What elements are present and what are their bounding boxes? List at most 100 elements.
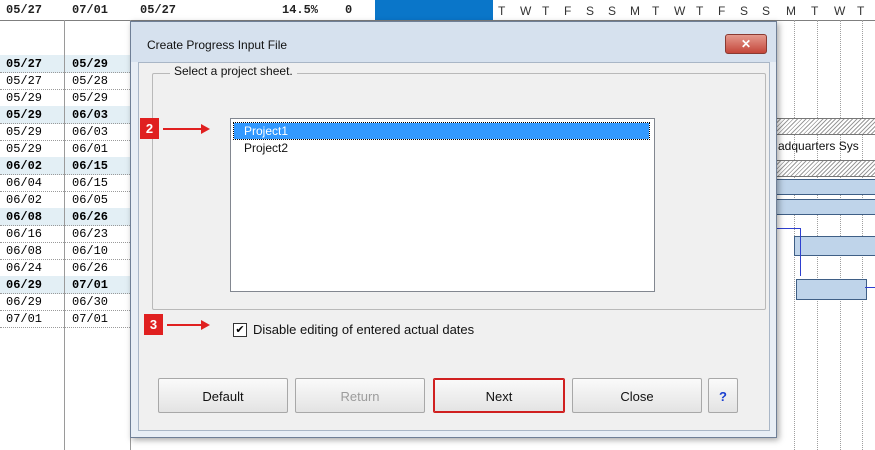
dependency-line	[865, 287, 875, 288]
disable-editing-checkbox[interactable]: ✔	[233, 323, 247, 337]
list-item-label: Project1	[244, 124, 289, 138]
top-cell: 05/27	[6, 3, 43, 17]
end-date: 07/01	[72, 312, 109, 326]
window-close-button[interactable]: ✕	[725, 34, 767, 54]
end-date: 06/15	[72, 176, 109, 190]
top-cell: 0	[345, 3, 353, 17]
end-date: 05/29	[72, 57, 109, 71]
group-label: Select a project sheet.	[170, 64, 297, 78]
step-marker-2: 2	[140, 118, 159, 139]
gantt-summary-bar	[776, 118, 875, 135]
next-button[interactable]: Next	[433, 378, 565, 413]
table-row[interactable]: 06/29 06/30	[0, 293, 130, 311]
gantt-day: S	[586, 4, 595, 18]
gantt-task-bar[interactable]	[794, 236, 875, 256]
end-date: 07/01	[72, 278, 109, 292]
end-date: 05/29	[72, 91, 109, 105]
gantt-gridline	[817, 20, 819, 450]
gantt-day: M	[630, 4, 640, 18]
end-date: 06/26	[72, 210, 109, 224]
table-row[interactable]: 06/08 06/26	[0, 208, 130, 226]
gantt-day: W	[520, 4, 532, 18]
gantt-day: F	[564, 4, 572, 18]
table-row[interactable]: 06/02 06/15	[0, 157, 130, 175]
start-date: 06/02	[6, 193, 43, 207]
end-date: 06/15	[72, 159, 109, 173]
default-button[interactable]: Default	[158, 378, 288, 413]
end-date: 06/01	[72, 142, 109, 156]
start-date: 06/08	[6, 244, 43, 258]
gantt-gridline	[794, 20, 796, 450]
list-item-project2[interactable]: Project2	[234, 140, 649, 156]
gantt-task-bar[interactable]	[776, 199, 875, 215]
dependency-line	[776, 228, 800, 229]
end-date: 06/23	[72, 227, 109, 241]
table-row[interactable]: 06/02 06/05	[0, 191, 130, 209]
end-date: 06/03	[72, 108, 109, 122]
start-date: 05/27	[6, 57, 43, 71]
top-cell: 14.5%	[282, 3, 319, 17]
start-date: 06/04	[6, 176, 43, 190]
dependency-line	[800, 228, 801, 276]
start-date: 05/29	[6, 142, 43, 156]
gantt-day-header: T W T F S S M T W T F S S M T W T	[493, 0, 875, 20]
gantt-day: T	[696, 4, 704, 18]
list-item-project1[interactable]: Project1	[233, 122, 650, 140]
top-cell: 05/27	[140, 3, 177, 17]
table-row[interactable]: 05/27 05/29	[0, 55, 130, 73]
start-date: 06/29	[6, 278, 43, 292]
date-column: 05/27 05/29 05/27 05/28 05/29 05/29 05/29 06…	[0, 20, 130, 450]
header-highlight-block	[375, 0, 493, 20]
table-row[interactable]: 06/04 06/15	[0, 174, 130, 192]
gantt-day: S	[608, 4, 617, 18]
start-date: 06/29	[6, 295, 43, 309]
start-date: 07/01	[6, 312, 43, 326]
gantt-task-bar[interactable]	[776, 179, 875, 195]
start-date: 06/16	[6, 227, 43, 241]
table-row[interactable]: 06/08 06/10	[0, 242, 130, 260]
start-date: 05/27	[6, 74, 43, 88]
table-row[interactable]: 05/29 06/01	[0, 140, 130, 158]
gantt-task-bar[interactable]	[796, 279, 867, 300]
dialog-title: Create Progress Input File	[147, 38, 288, 52]
start-date: 05/29	[6, 125, 43, 139]
gantt-day: M	[786, 4, 796, 18]
end-date: 06/30	[72, 295, 109, 309]
table-row[interactable]: 05/29 06/03	[0, 106, 130, 124]
start-date: 06/08	[6, 210, 43, 224]
start-date: 06/02	[6, 159, 43, 173]
table-row[interactable]: 06/24 06/26	[0, 259, 130, 277]
close-button[interactable]: Close	[572, 378, 702, 413]
table-row[interactable]: 06/29 07/01	[0, 276, 130, 294]
step-marker-3: 3	[144, 314, 163, 335]
dialog-title-bar[interactable]: Create Progress Input File ✕	[131, 22, 776, 62]
gantt-day: T	[811, 4, 819, 18]
project-sheet-list[interactable]: Project1 Project2	[230, 118, 655, 292]
help-icon: ?	[719, 389, 727, 404]
create-progress-input-dialog: Create Progress Input File ✕ Select a pr…	[130, 21, 777, 438]
gantt-day: T	[652, 4, 660, 18]
gantt-day: S	[762, 4, 771, 18]
arrow-head-icon	[201, 320, 210, 330]
table-row[interactable]: 07/01 07/01	[0, 310, 130, 328]
return-button[interactable]: Return	[295, 378, 425, 413]
help-button[interactable]: ?	[708, 378, 738, 413]
end-date: 06/10	[72, 244, 109, 258]
start-date: 06/24	[6, 261, 43, 275]
table-row[interactable]: 05/27 05/28	[0, 72, 130, 90]
checkbox-label: Disable editing of entered actual dates	[253, 322, 475, 337]
top-cell: 07/01	[72, 3, 109, 17]
gantt-day: T	[542, 4, 550, 18]
annotation-arrow	[163, 128, 203, 130]
end-date: 05/28	[72, 74, 109, 88]
gantt-gridline	[840, 20, 842, 450]
gantt-day: F	[718, 4, 726, 18]
gantt-day: W	[834, 4, 846, 18]
table-row[interactable]: 05/29 06/03	[0, 123, 130, 141]
end-date: 06/03	[72, 125, 109, 139]
annotation-arrow	[167, 324, 203, 326]
gantt-day: T	[857, 4, 865, 18]
table-row[interactable]: 06/16 06/23	[0, 225, 130, 243]
arrow-head-icon	[201, 124, 210, 134]
table-row[interactable]: 05/29 05/29	[0, 89, 130, 107]
